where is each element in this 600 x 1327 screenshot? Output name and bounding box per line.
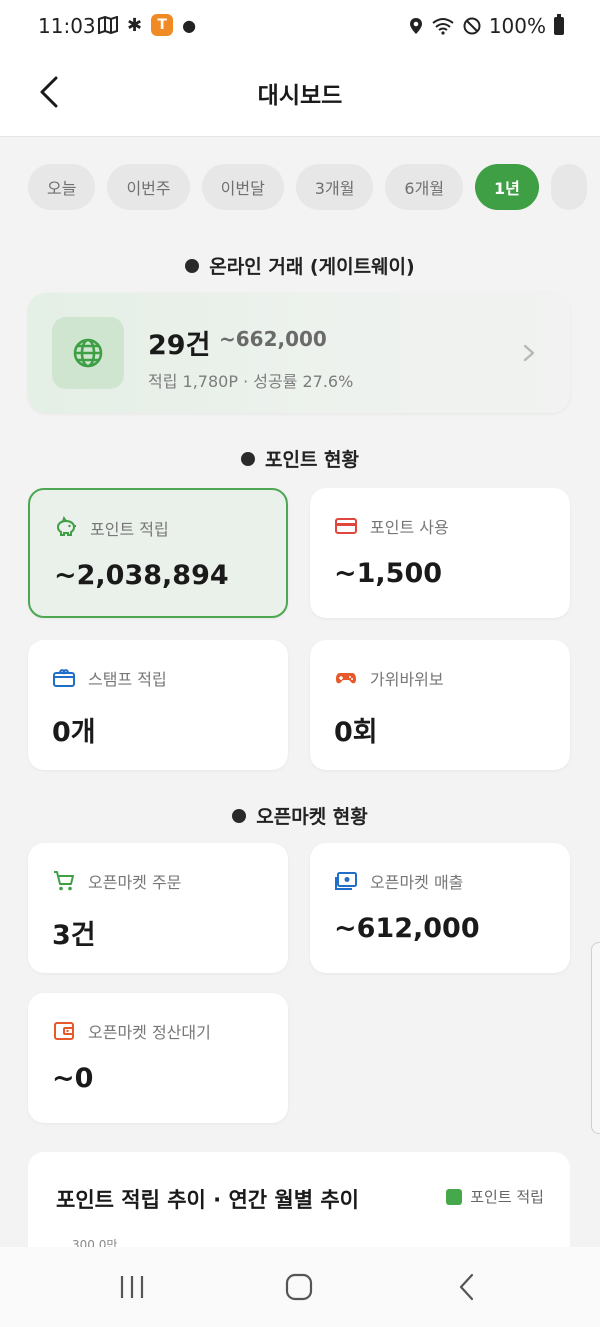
notification-icons: ✱ T ● — [98, 14, 196, 36]
chevron-right-icon — [523, 344, 535, 362]
status-time: 11:03 — [38, 14, 96, 38]
online-summary: 적립 1,780P · 성공률 27.6% — [148, 372, 354, 391]
legend-label: 포인트 적립 — [470, 1188, 544, 1206]
app-header: 대시보드 — [0, 54, 600, 137]
recent-apps-icon — [120, 1276, 144, 1298]
system-nav-bar — [0, 1247, 600, 1327]
market-sales-card[interactable]: 오픈마켓 매출 ~612,000 — [310, 843, 570, 973]
market-sales-label: 오픈마켓 매출 — [370, 873, 464, 892]
credit-card-icon — [335, 518, 357, 534]
market-pending-card[interactable]: 오픈마켓 정산대기 ~0 — [28, 993, 288, 1123]
tab-this-month[interactable]: 이번달 — [201, 164, 284, 210]
bullet-icon — [185, 258, 200, 273]
wallet-icon — [54, 1022, 74, 1040]
chart-title: 포인트 적립 추이 · 연간 월별 추이 — [56, 1188, 360, 1212]
point-earn-label: 포인트 적립 — [90, 520, 169, 539]
online-transactions-card[interactable]: 29건 ~662,000 적립 1,780P · 성공률 27.6% — [28, 293, 570, 413]
point-use-card[interactable]: 포인트 사용 ~1,500 — [310, 488, 570, 618]
scrollbar[interactable] — [591, 942, 600, 1134]
wifi-icon — [432, 18, 454, 35]
online-section-title: 온라인 거래 (게이트웨이) — [0, 252, 600, 279]
bullet-icon — [240, 451, 255, 466]
map-icon — [98, 16, 118, 34]
money-icon — [335, 872, 357, 890]
battery-percent: 100% — [488, 14, 546, 38]
battery-icon — [554, 14, 564, 35]
market-pending-value: ~0 — [52, 1063, 94, 1094]
online-amount: ~662,000 — [219, 327, 327, 351]
market-orders-card[interactable]: 오픈마켓 주문 3건 — [28, 843, 288, 973]
shopping-cart-icon — [54, 871, 74, 891]
piggy-bank-icon — [56, 516, 76, 536]
page-title: 대시보드 — [257, 83, 343, 109]
stamp-card[interactable]: 스탬프 적립 0개 — [28, 640, 288, 770]
tab-more[interactable] — [550, 164, 587, 210]
market-orders-value: 3건 — [52, 920, 96, 951]
tab-today[interactable]: 오늘 — [28, 164, 96, 210]
system-back-button[interactable] — [447, 1267, 487, 1307]
market-section-label: 오픈마켓 현황 — [256, 806, 368, 828]
bullet-icon — [232, 808, 247, 823]
online-section-label: 온라인 거래 (게이트웨이) — [209, 256, 415, 278]
stamp-label: 스탬프 적립 — [88, 670, 167, 689]
tab-1-year[interactable]: 1년 — [475, 164, 539, 210]
market-pending-label: 오픈마켓 정산대기 — [88, 1023, 211, 1042]
tab-this-week[interactable]: 이번주 — [107, 164, 190, 210]
stamp-value: 0개 — [52, 717, 96, 748]
home-icon — [285, 1273, 313, 1301]
market-section-title: 오픈마켓 현황 — [0, 802, 600, 829]
location-icon — [409, 18, 422, 34]
back-arrow-icon — [459, 1273, 474, 1301]
points-section-title: 포인트 현황 — [0, 445, 600, 472]
home-button[interactable] — [279, 1267, 319, 1307]
dot-icon: ● — [182, 15, 197, 35]
point-earn-card[interactable]: 포인트 적립 ~2,038,894 — [28, 488, 288, 618]
points-section-label: 포인트 현황 — [264, 449, 359, 471]
system-icons: 100% — [409, 14, 564, 38]
point-earn-value: ~2,038,894 — [54, 560, 229, 591]
tab-6-months[interactable]: 6개월 — [385, 164, 464, 210]
bluetooth-icon: ✱ — [127, 14, 143, 36]
ticket-icon — [53, 669, 75, 687]
chart-legend: 포인트 적립 — [446, 1186, 544, 1207]
point-use-label: 포인트 사용 — [370, 518, 449, 537]
period-tabs: 오늘 이번주 이번달 3개월 6개월 1년 — [28, 164, 587, 210]
globe-icon — [73, 338, 103, 368]
rps-label: 가위바위보 — [370, 670, 444, 689]
rps-card[interactable]: 가위바위보 0회 — [310, 640, 570, 770]
status-bar: 11:03 ✱ T ● 100% — [0, 0, 600, 54]
recent-apps-button[interactable] — [112, 1267, 152, 1307]
do-not-disturb-icon — [463, 17, 481, 35]
online-count: 29건 — [148, 330, 211, 361]
tab-3-months[interactable]: 3개월 — [295, 164, 374, 210]
app-badge-icon: T — [151, 14, 174, 36]
gamepad-icon — [336, 673, 356, 684]
market-orders-label: 오픈마켓 주문 — [88, 873, 182, 892]
market-sales-value: ~612,000 — [334, 913, 480, 944]
rps-value: 0회 — [334, 717, 378, 748]
point-use-value: ~1,500 — [334, 558, 443, 589]
legend-swatch — [446, 1188, 463, 1205]
globe-icon-box — [52, 317, 124, 389]
